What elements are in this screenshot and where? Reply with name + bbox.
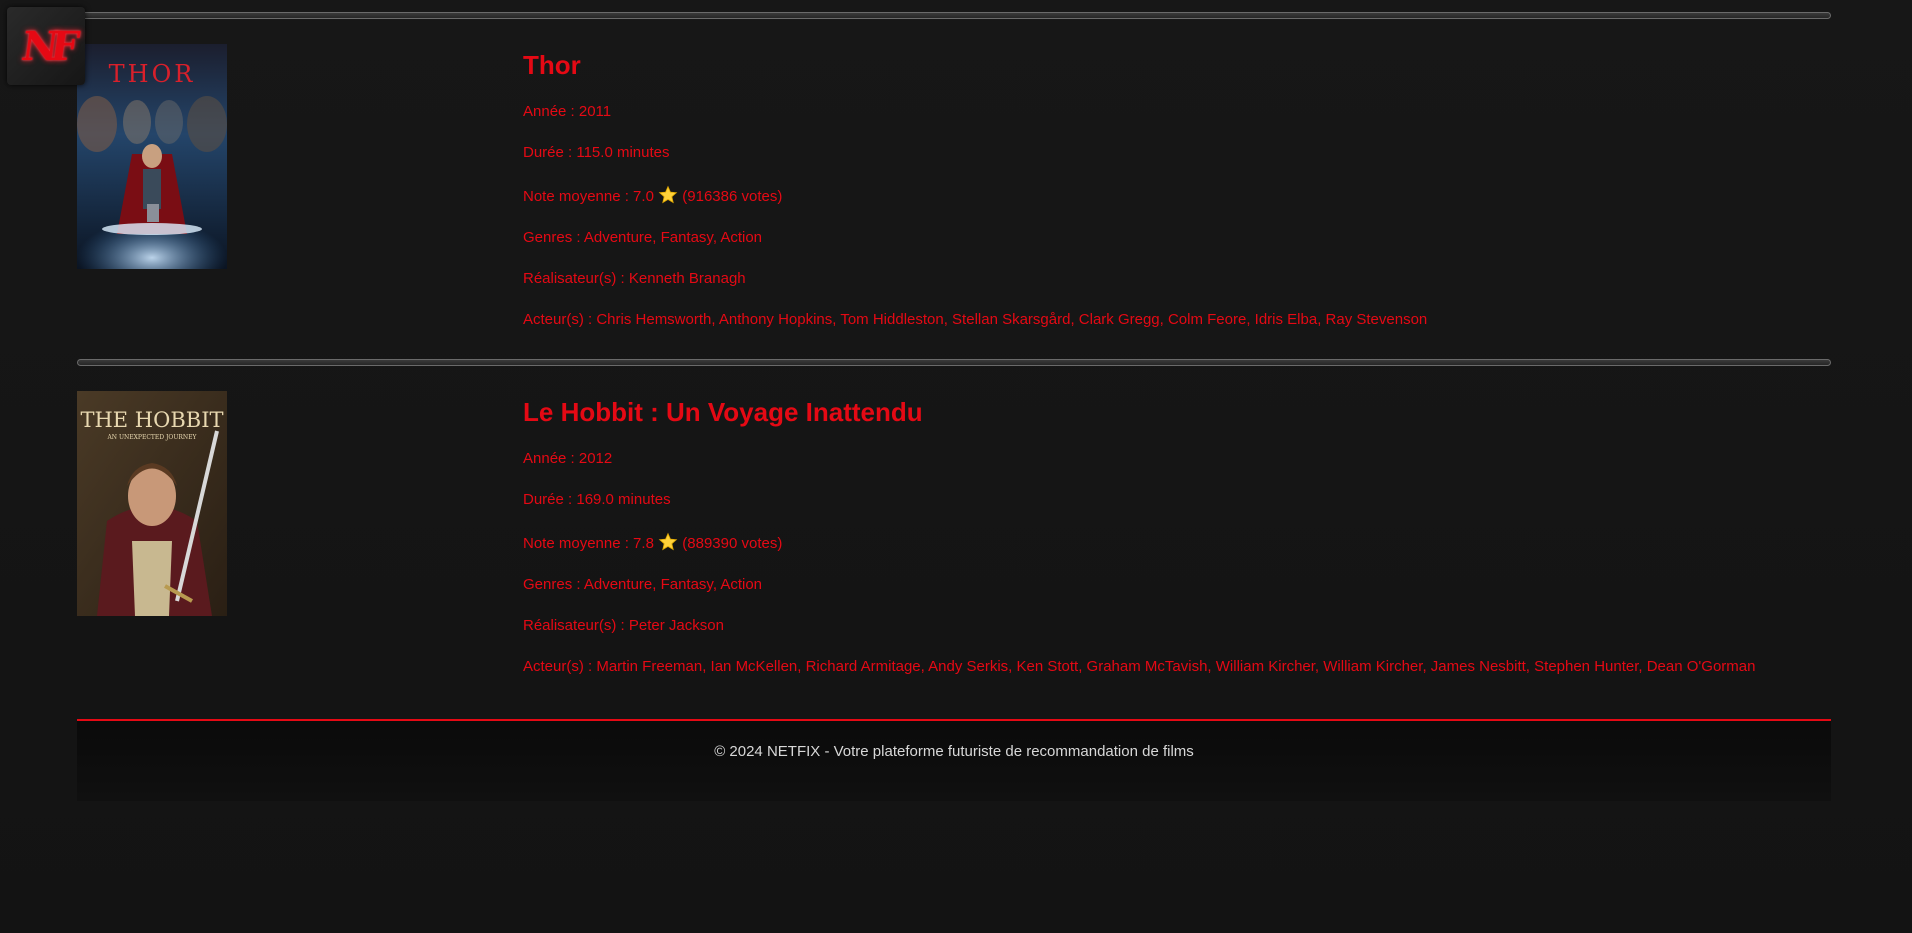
poster-subtitle: AN UNEXPECTED JOURNEY	[106, 434, 197, 441]
movie-genres: Genres : Adventure, Fantasy, Action	[523, 576, 763, 593]
movie-poster-thor[interactable]: THOR	[77, 44, 227, 269]
rating-value: Note moyenne : 7.8	[523, 535, 654, 552]
poster-title: THE HOBBIT	[80, 408, 223, 432]
movie-duration: Durée : 115.0 minutes	[523, 144, 670, 161]
movie-title[interactable]: Thor	[523, 49, 1427, 81]
poster-image: THE HOBBIT AN UNEXPECTED JOURNEY	[77, 391, 227, 616]
movie-genres: Genres : Adventure, Fantasy, Action	[523, 229, 763, 246]
divider	[77, 12, 1831, 19]
star-icon	[658, 532, 678, 551]
movie-info: Thor Année : 2011 Durée : 115.0 minutes …	[523, 49, 1427, 352]
page-footer: © 2024 NETFIX - Votre plateforme futuris…	[77, 719, 1831, 801]
rating-votes: (889390 votes)	[682, 535, 783, 552]
star-icon	[658, 185, 678, 204]
movie-year: Année : 2011	[523, 103, 612, 120]
movie-card-thor: THOR Thor Année : 2011 Durée : 115.0 min…	[77, 19, 1831, 359]
movie-info: Le Hobbit : Un Voyage Inattendu Année : …	[523, 396, 1755, 699]
divider	[77, 359, 1831, 366]
footer-text: © 2024 NETFIX - Votre plateforme futuris…	[714, 743, 1194, 760]
movie-title[interactable]: Le Hobbit : Un Voyage Inattendu	[523, 396, 1755, 428]
poster-title: THOR	[109, 60, 196, 88]
movie-poster-hobbit[interactable]: THE HOBBIT AN UNEXPECTED JOURNEY	[77, 391, 227, 616]
movie-directors: Réalisateur(s) : Kenneth Branagh	[523, 270, 746, 287]
rating-value: Note moyenne : 7.0	[523, 188, 654, 205]
movie-year: Année : 2012	[523, 450, 613, 467]
movie-rating: Note moyenne : 7.0 (916386 votes)	[523, 185, 1427, 206]
movie-duration: Durée : 169.0 minutes	[523, 491, 671, 508]
movie-card-hobbit: THE HOBBIT AN UNEXPECTED JOURNEY Le Hobb…	[77, 366, 1831, 706]
movie-list: THOR Thor Année : 2011 Durée : 115.0 min…	[77, 12, 1831, 706]
movie-directors: Réalisateur(s) : Peter Jackson	[523, 617, 724, 634]
netfix-logo[interactable]: NF	[7, 7, 85, 85]
movie-actors: Acteur(s) : Chris Hemsworth, Anthony Hop…	[523, 311, 1428, 328]
logo-text: NF	[18, 22, 74, 70]
poster-image: THOR	[77, 44, 227, 269]
rating-votes: (916386 votes)	[682, 188, 783, 205]
movie-actors: Acteur(s) : Martin Freeman, Ian McKellen…	[523, 658, 1756, 675]
movie-rating: Note moyenne : 7.8 (889390 votes)	[523, 532, 1755, 553]
